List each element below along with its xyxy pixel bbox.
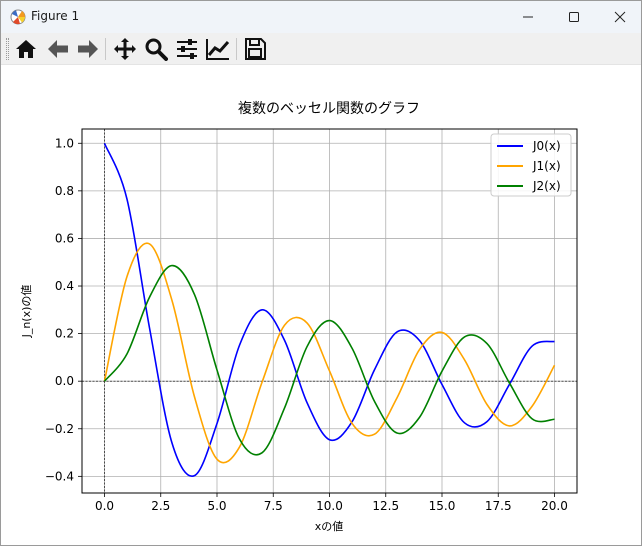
y-ticks: −0.4 −0.2 0.0 0.2 0.4 0.6 0.8 1.0 — [45, 136, 82, 483]
chart-title: 複数のベッセル関数のグラフ — [238, 100, 420, 117]
close-icon — [614, 11, 626, 23]
matplotlib-app-icon — [10, 9, 26, 25]
y-axis-label: J_n(x)の値 — [20, 285, 33, 339]
y-tick-label: 0.6 — [55, 231, 74, 245]
close-button[interactable] — [597, 1, 642, 33]
x-tick-label: 0.0 — [95, 499, 114, 513]
figure-window: Figure 1 複数のベッセル関数のグラフ 0.0 2.5 5.0 7.5 1… — [0, 0, 642, 546]
legend-label: J2(x) — [532, 179, 561, 193]
save-button[interactable] — [242, 36, 268, 62]
maximize-icon — [569, 12, 579, 22]
line-chart-icon — [206, 39, 230, 60]
x-tick-label: 10.0 — [316, 499, 343, 513]
x-tick-label: 17.5 — [485, 499, 512, 513]
y-tick-label: −0.2 — [45, 422, 74, 436]
y-tick-label: 1.0 — [55, 136, 74, 150]
arrow-right-icon — [78, 40, 98, 58]
bessel-chart: 複数のベッセル関数のグラフ 0.0 2.5 5.0 7.5 10.0 12.5 15.0 17… — [20, 100, 578, 533]
home-icon — [16, 40, 36, 58]
sliders-icon — [177, 39, 197, 59]
x-tick-label: 5.0 — [207, 499, 226, 513]
x-tick-label: 12.5 — [372, 499, 399, 513]
x-tick-label: 15.0 — [429, 499, 456, 513]
home-button[interactable] — [13, 36, 39, 62]
minimize-icon — [523, 16, 533, 18]
forward-button[interactable] — [75, 36, 101, 62]
toolbar-grip[interactable] — [6, 38, 9, 60]
x-axis-label: xの値 — [315, 520, 344, 533]
configure-subplots-button[interactable] — [174, 36, 200, 62]
y-tick-label: 0.8 — [55, 184, 74, 198]
window-title: Figure 1 — [31, 9, 80, 23]
move-icon — [114, 38, 136, 60]
zoom-button[interactable] — [143, 36, 169, 62]
toolbar-separator — [236, 38, 237, 60]
edit-axis-button[interactable] — [205, 36, 231, 62]
figure-canvas[interactable]: 複数のベッセル関数のグラフ 0.0 2.5 5.0 7.5 10.0 12.5 15.0 17… — [1, 66, 641, 545]
title-bar[interactable]: Figure 1 — [1, 1, 641, 33]
x-ticks: 0.0 2.5 5.0 7.5 10.0 12.5 15.0 17.5 20.0 — [95, 493, 568, 513]
magnifier-icon — [145, 38, 168, 61]
pan-button[interactable] — [112, 36, 138, 62]
navigation-toolbar — [1, 33, 641, 65]
arrow-left-icon — [48, 40, 68, 58]
maximize-button[interactable] — [551, 1, 597, 33]
y-tick-label: −0.4 — [45, 469, 74, 483]
back-button[interactable] — [45, 36, 71, 62]
minimize-button[interactable] — [505, 1, 551, 33]
toolbar-separator — [105, 38, 106, 60]
legend-label: J0(x) — [532, 139, 561, 153]
y-tick-label: 0.0 — [55, 374, 74, 388]
legend-label: J1(x) — [532, 159, 561, 173]
y-tick-label: 0.4 — [55, 279, 74, 293]
x-tick-label: 7.5 — [264, 499, 283, 513]
y-tick-label: 0.2 — [55, 327, 74, 341]
x-tick-label: 2.5 — [151, 499, 170, 513]
floppy-disk-icon — [245, 38, 266, 60]
x-tick-label: 20.0 — [541, 499, 568, 513]
legend: J0(x) J1(x) J2(x) — [490, 133, 572, 197]
